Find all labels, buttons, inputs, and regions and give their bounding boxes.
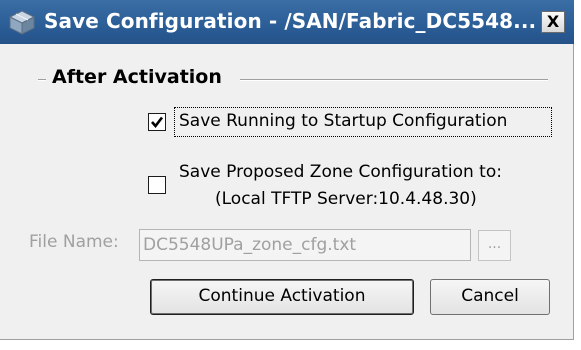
save-running-label[interactable]: Save Running to Startup Configuration: [179, 111, 507, 131]
save-proposed-label[interactable]: Save Proposed Zone Configuration to:: [179, 162, 502, 182]
close-button[interactable]: X: [541, 11, 565, 33]
save-proposed-checkbox[interactable]: [148, 176, 166, 194]
group-title: After Activation: [52, 66, 222, 88]
tftp-server-label: (Local TFTP Server:10.4.48.30): [215, 189, 477, 209]
browse-button[interactable]: ...: [478, 230, 511, 261]
file-name-label: File Name:: [29, 232, 119, 252]
close-icon: X: [546, 12, 560, 31]
cube-icon: [8, 10, 36, 35]
continue-activation-button[interactable]: Continue Activation: [150, 279, 414, 315]
save-configuration-dialog: Save Configuration - /SAN/Fabric_DC5548.…: [0, 0, 574, 340]
group-divider-right: [240, 79, 548, 81]
checkmark-icon: [151, 116, 164, 129]
file-name-input[interactable]: DC5548UPa_zone_cfg.txt: [139, 229, 471, 261]
group-divider-left: [38, 79, 46, 81]
title-bar[interactable]: Save Configuration - /SAN/Fabric_DC5548.…: [0, 0, 574, 44]
save-running-checkbox[interactable]: [148, 113, 166, 131]
cancel-button[interactable]: Cancel: [430, 279, 550, 315]
dialog-title: Save Configuration - /SAN/Fabric_DC5548.…: [44, 9, 537, 33]
